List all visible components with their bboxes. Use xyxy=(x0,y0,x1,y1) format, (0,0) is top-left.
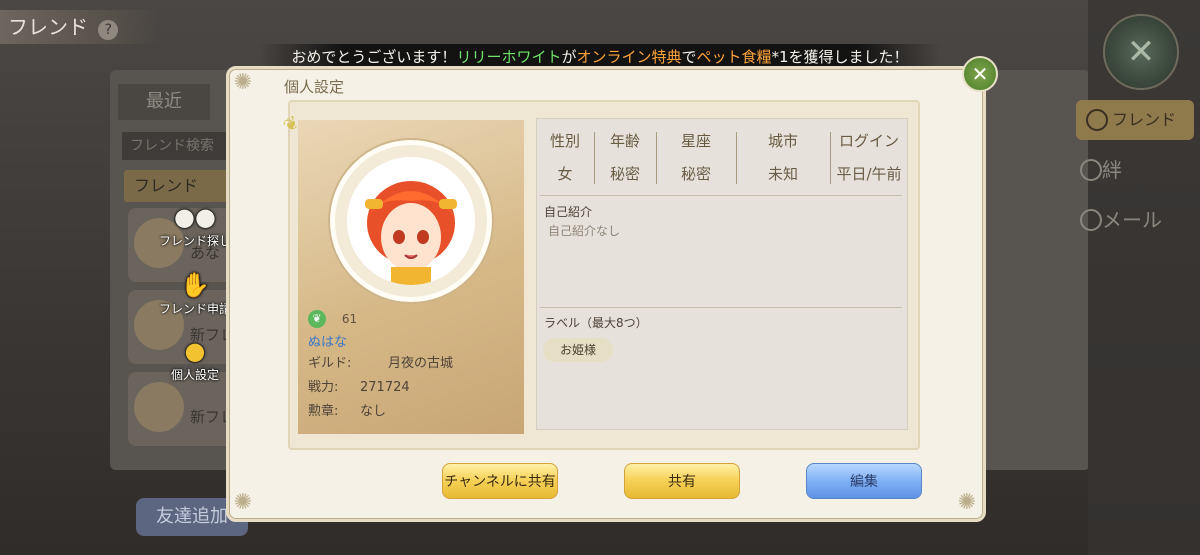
power-row: 戦力: 271724 xyxy=(308,376,410,395)
guild-row: ギルド: 月夜の古城 xyxy=(308,352,453,371)
side-tab-bond[interactable]: 絆 xyxy=(1076,150,1194,190)
side-tab-friend[interactable]: フレンド xyxy=(1076,100,1194,140)
stats-value-row: 女 秘密 秘密 未知 平日/午前 xyxy=(536,163,908,185)
stat-value-age: 秘密 xyxy=(609,165,640,183)
level-leaf-icon: ❦ xyxy=(308,310,326,328)
divider xyxy=(540,195,902,196)
corner-ornament-icon: ✺ xyxy=(957,490,977,515)
intro-body: 自己紹介なし xyxy=(548,224,621,238)
divider xyxy=(830,132,831,184)
divider xyxy=(736,132,737,184)
close-button[interactable]: ✕ xyxy=(962,56,998,92)
list-item[interactable]: 新フレ xyxy=(128,372,238,446)
help-icon[interactable]: ? xyxy=(98,20,119,40)
screen-title-text: フレンド xyxy=(8,15,88,39)
character-portrait xyxy=(347,157,475,285)
side-tab-label: 絆 xyxy=(1102,158,1122,182)
medal-label: 勲章: xyxy=(308,404,339,419)
side-tab-label: フレンド xyxy=(1112,110,1177,129)
bond-icon xyxy=(1080,159,1102,181)
share-button[interactable]: 共有 xyxy=(624,463,740,499)
banner-item: ペット食糧 xyxy=(696,48,772,66)
mail-icon xyxy=(1080,209,1102,231)
tab-friend[interactable]: フレンド xyxy=(124,170,234,202)
divider xyxy=(540,307,902,308)
stat-value-city: 未知 xyxy=(767,165,798,183)
side-tab-label: メール xyxy=(1102,208,1162,232)
edit-button[interactable]: 編集 xyxy=(806,463,922,499)
corner-ornament-icon: ✺ xyxy=(233,490,253,515)
stat-header-zodiac: 星座 xyxy=(680,132,711,150)
stat-header-city: 城市 xyxy=(767,132,798,150)
level-row: ❦ 61 xyxy=(308,310,357,330)
stats-header-row: 性別 年齢 星座 城市 ログイン xyxy=(536,130,908,152)
divider xyxy=(656,132,657,184)
player-name: ぬはな xyxy=(308,335,348,350)
medal-row: 勲章: なし xyxy=(308,400,386,419)
banner-text: が xyxy=(561,48,577,66)
stat-header-age: 年齢 xyxy=(609,132,640,150)
corner-ornament-icon: ✺ xyxy=(233,70,253,95)
friend-icon xyxy=(1086,109,1108,131)
banner-event: オンライン特典 xyxy=(576,48,682,66)
stat-header-gender: 性別 xyxy=(549,132,580,150)
share-channel-button[interactable]: チャンネルに共有 xyxy=(442,463,558,499)
find-friend-label: フレンド探し xyxy=(158,234,231,248)
label-tag: お姫様 xyxy=(543,338,613,362)
friend-search-input[interactable]: フレンド検索 xyxy=(122,132,232,160)
divider xyxy=(594,132,595,184)
guild-label: ギルド: xyxy=(308,356,352,371)
level-value: 61 xyxy=(341,312,358,326)
avatar xyxy=(134,382,184,432)
close-icon: ✕ xyxy=(971,62,989,86)
compass-icon[interactable] xyxy=(1103,14,1179,90)
power-label: 戦力: xyxy=(308,380,339,395)
profile-settings-label: 個人設定 xyxy=(170,368,219,382)
stat-header-login: ログイン xyxy=(838,132,899,150)
power-value: 271724 xyxy=(360,380,410,395)
friend-request-label: フレンド申請 xyxy=(158,302,231,316)
stat-value-zodiac: 秘密 xyxy=(680,165,711,183)
avatar[interactable] xyxy=(347,157,475,285)
intro-title: 自己紹介 xyxy=(544,205,593,219)
side-tab-mail[interactable]: メール xyxy=(1076,200,1194,240)
stat-value-gender: 女 xyxy=(557,165,573,183)
tab-recent[interactable]: 最近 xyxy=(118,84,210,120)
banner-text: で xyxy=(681,48,697,66)
guild-value[interactable]: 月夜の古城 xyxy=(388,356,453,371)
labels-title: ラベル（最大8つ） xyxy=(544,316,648,330)
screen-title: フレンド ? xyxy=(0,10,160,44)
dialog-title: 個人設定 xyxy=(284,78,345,96)
medal-value: なし xyxy=(360,404,387,419)
banner-player: リリーホワイト xyxy=(456,48,562,66)
banner-text: おめでとうございます！ xyxy=(291,48,457,66)
banner-text: *1を獲得しました！ xyxy=(771,48,909,66)
stat-value-login: 平日/午前 xyxy=(836,165,902,183)
